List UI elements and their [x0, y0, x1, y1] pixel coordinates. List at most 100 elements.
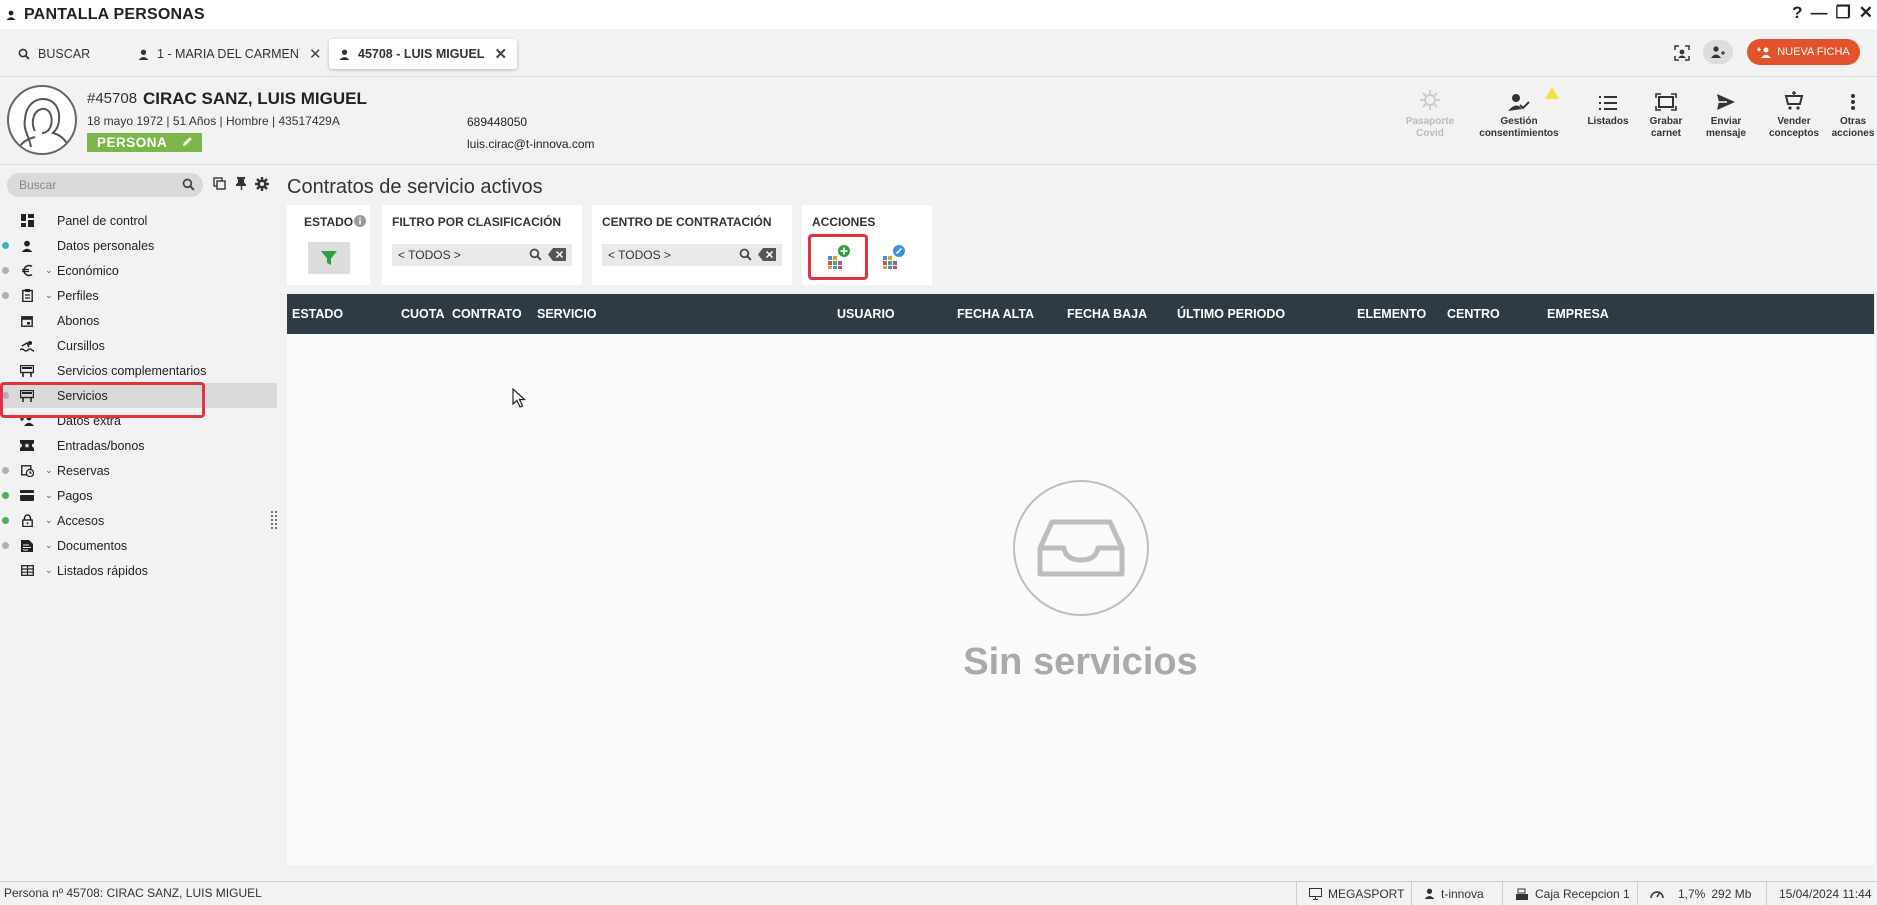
cart-icon — [1784, 89, 1804, 111]
col-centro[interactable]: CENTRO — [1447, 307, 1500, 321]
search-icon[interactable] — [529, 248, 542, 261]
pin-icon[interactable] — [236, 177, 247, 190]
col-empresa[interactable]: EMPRESA — [1547, 307, 1609, 321]
chevron-down-icon[interactable]: ⌄ — [45, 490, 53, 501]
estado-filter-button[interactable] — [308, 242, 350, 274]
col-ultimo-periodo[interactable]: ÚLTIMO PERIODO — [1177, 307, 1285, 321]
sidebar-item-abonos[interactable]: Abonos — [0, 308, 277, 333]
tab-maria-del-carmen[interactable]: 1 - MARIA DEL CARMEN ✕ — [128, 39, 332, 69]
clear-icon[interactable] — [548, 248, 566, 261]
warning-icon — [1545, 87, 1559, 99]
sidebar-item-panel-de-control[interactable]: Panel de control — [0, 208, 277, 233]
edit-service-button[interactable] — [878, 242, 908, 272]
sidebar-item-perfiles[interactable]: ⌄ Perfiles — [0, 283, 277, 308]
clasificacion-filter: FILTRO POR CLASIFICACIÓN < TODOS > — [382, 205, 582, 285]
col-cuota[interactable]: CUOTA — [401, 307, 445, 321]
tab-luis-miguel[interactable]: 45708 - LUIS MIGUEL ✕ — [329, 39, 518, 69]
user-menu-button[interactable] — [1703, 40, 1733, 64]
sidebar-item-label: Entradas/bonos — [57, 438, 145, 453]
pasaporte-covid-button[interactable]: Pasaporte Covid — [1394, 89, 1466, 140]
action-line1: Listados — [1587, 116, 1629, 127]
sidebar-item-economico[interactable]: ⌄ Económico — [0, 258, 277, 283]
close-window-button[interactable]: ✕ — [1859, 3, 1873, 23]
clasificacion-value: < TODOS > — [398, 248, 461, 262]
sidebar: Buscar Panel de control Datos personales ⌄… — [0, 165, 277, 873]
status-dot — [2, 517, 9, 524]
status-dot — [2, 267, 9, 274]
person-type-badge[interactable]: PERSONA — [87, 133, 202, 152]
clear-icon[interactable] — [758, 248, 776, 261]
sidebar-item-label: Pagos — [57, 488, 93, 503]
help-button[interactable]: ? — [1792, 3, 1802, 23]
acciones-label: ACCIONES — [812, 215, 876, 229]
search-icon[interactable] — [182, 178, 195, 191]
document-icon — [19, 539, 35, 552]
otras-acciones-button[interactable]: Otras acciones — [1817, 89, 1877, 140]
gear-icon[interactable] — [255, 177, 269, 191]
close-tab-icon[interactable]: ✕ — [494, 45, 507, 63]
status-cpu: 1,7% — [1678, 886, 1706, 901]
col-contrato[interactable]: CONTRATO — [452, 307, 522, 321]
sidebar-item-label: Accesos — [57, 513, 105, 528]
status-perf: 1,7% 292 Mb — [1637, 882, 1751, 905]
search-icon[interactable] — [739, 248, 752, 261]
sidebar-search-input[interactable]: Buscar — [7, 173, 203, 197]
search-icon — [18, 48, 30, 60]
action-line2: mensaje — [1705, 128, 1747, 139]
centro-value: < TODOS > — [608, 248, 671, 262]
chevron-down-icon[interactable]: ⌄ — [45, 465, 53, 476]
copy-icon[interactable] — [213, 177, 226, 190]
status-user-label: t-innova — [1441, 886, 1484, 901]
chevron-down-icon[interactable]: ⌄ — [45, 540, 53, 551]
status-dot — [2, 242, 9, 249]
sidebar-item-servicios-complementarios[interactable]: Servicios complementarios — [0, 358, 277, 383]
col-usuario[interactable]: USUARIO — [837, 307, 895, 321]
sidebar-item-listados-rapidos[interactable]: ⌄ Listados rápidos — [0, 558, 277, 583]
avatar[interactable] — [7, 85, 77, 155]
col-estado[interactable]: ESTADO — [292, 307, 343, 321]
person-header: #45708 CIRAC SANZ, LUIS MIGUEL 18 mayo 1… — [0, 77, 1877, 165]
swim-icon — [19, 340, 35, 352]
sidebar-item-datos-personales[interactable]: Datos personales — [0, 233, 277, 258]
restore-button[interactable]: ❐ — [1836, 3, 1851, 23]
col-fecha-alta[interactable]: FECHA ALTA — [957, 307, 1034, 321]
enviar-mensaje-button[interactable]: Enviar mensaje — [1690, 89, 1762, 140]
cash-register-icon — [1515, 888, 1529, 900]
chevron-down-icon[interactable]: ⌄ — [45, 565, 53, 576]
minimize-button[interactable]: — — [1811, 3, 1828, 23]
resize-grip-icon[interactable] — [270, 510, 278, 530]
close-tab-icon[interactable]: ✕ — [309, 45, 322, 63]
edit-icon[interactable] — [181, 135, 194, 148]
col-servicio[interactable]: SERVICIO — [537, 307, 597, 321]
centro-label: CENTRO DE CONTRATACIÓN — [602, 215, 772, 229]
calendar-clock-icon — [19, 464, 35, 477]
tab-buscar[interactable]: BUSCAR — [8, 39, 100, 69]
add-service-button[interactable] — [808, 234, 868, 280]
chevron-down-icon[interactable]: ⌄ — [45, 290, 53, 301]
col-fecha-baja[interactable]: FECHA BAJA — [1067, 307, 1147, 321]
nueva-ficha-button[interactable]: NUEVA FICHA — [1747, 39, 1860, 65]
person-email[interactable]: luis.cirac@t-innova.com — [467, 137, 595, 151]
chevron-down-icon[interactable]: ⌄ — [45, 515, 53, 526]
sidebar-item-pagos[interactable]: ⌄ Pagos — [0, 483, 277, 508]
estado-label: ESTADO — [304, 215, 354, 229]
sidebar-item-cursillos[interactable]: Cursillos — [0, 333, 277, 358]
face-scan-icon[interactable] — [1674, 45, 1690, 61]
col-elemento[interactable]: ELEMENTO — [1357, 307, 1426, 321]
sidebar-item-documentos[interactable]: ⌄ Documentos — [0, 533, 277, 558]
status-site-label: MEGASPORT — [1328, 886, 1405, 901]
ticket-icon — [19, 440, 35, 451]
sidebar-item-label: Abonos — [57, 313, 100, 328]
info-icon[interactable] — [354, 215, 366, 227]
chevron-down-icon[interactable]: ⌄ — [45, 265, 53, 276]
sidebar-item-label: Cursillos — [57, 338, 105, 353]
person-icon — [6, 10, 16, 20]
inbox-icon — [1013, 480, 1149, 616]
action-line1: Enviar — [1710, 116, 1742, 127]
sidebar-item-reservas[interactable]: ⌄ Reservas — [0, 458, 277, 483]
clasificacion-select[interactable]: < TODOS > — [392, 244, 572, 266]
add-service-icon — [825, 244, 851, 270]
sidebar-item-entradas-bonos[interactable]: Entradas/bonos — [0, 433, 277, 458]
centro-select[interactable]: < TODOS > — [602, 244, 782, 266]
sidebar-item-accesos[interactable]: ⌄ Accesos — [0, 508, 277, 533]
